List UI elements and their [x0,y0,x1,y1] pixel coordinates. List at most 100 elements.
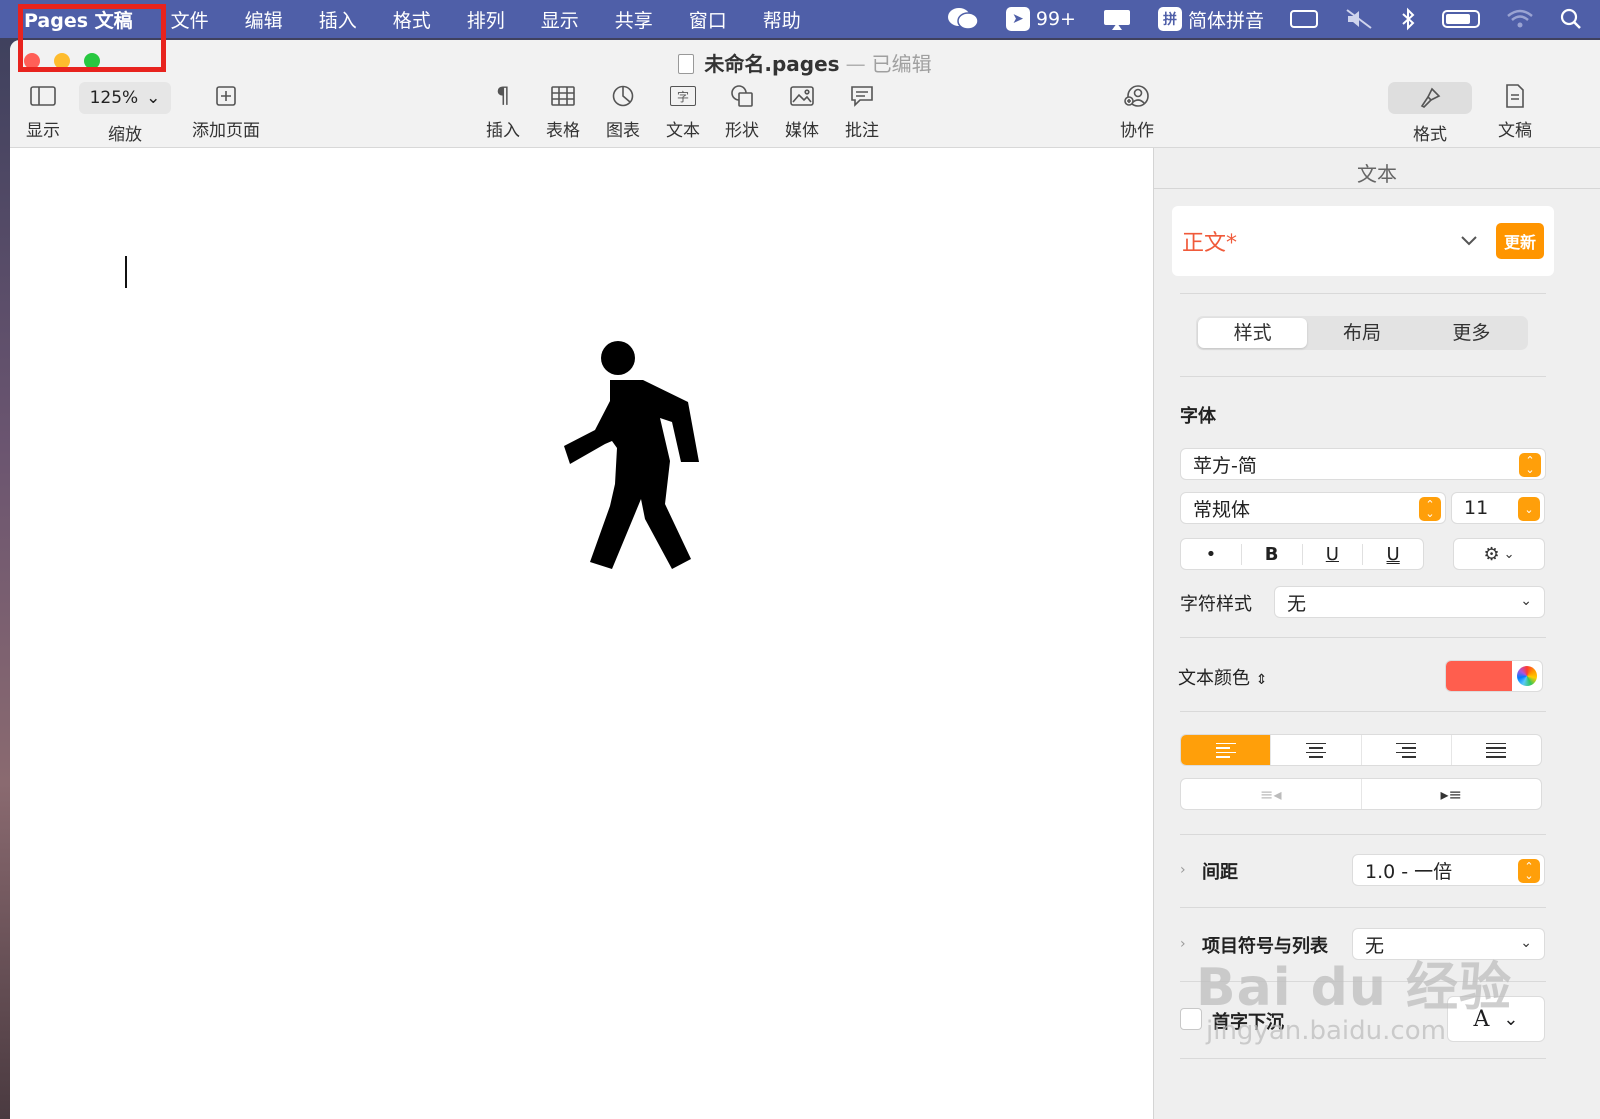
media-button[interactable]: 媒体 [785,82,819,141]
bold-button[interactable]: B [1242,543,1303,565]
inspector-title: 文本 [1357,162,1397,186]
chevron-down-icon: ⌄ [146,88,161,108]
divider [1180,637,1546,638]
menu-help[interactable]: 帮助 [745,6,819,33]
tab-layout[interactable]: 布局 [1307,318,1416,348]
chevron-down-icon: ⌄ [1520,935,1532,951]
comment-button[interactable]: 批注 [845,82,879,141]
indent-icon: ▸≡ [1440,784,1462,804]
menu-insert[interactable]: 插入 [301,6,375,33]
zoom-control[interactable]: 125% ⌄ 缩放 [79,82,171,145]
shape-button[interactable]: 形状 [725,82,759,141]
disclosure-arrow-icon[interactable]: › [1180,936,1186,952]
text-box-button[interactable]: 字 文本 [666,82,700,141]
keyboard-icon[interactable] [1290,10,1318,28]
menu-edit[interactable]: 编辑 [227,6,301,33]
font-size-field[interactable]: 11 ⌄ [1451,492,1545,524]
wifi-icon[interactable] [1506,8,1534,30]
spacing-select[interactable]: 1.0 - 一倍 ⌃ ⌄ [1352,854,1545,886]
align-left-icon [1215,742,1236,758]
menu-arrange[interactable]: 排列 [449,6,523,33]
document-name[interactable]: 未命名.pages [704,52,839,76]
spacing-label[interactable]: 间距 [1202,858,1238,884]
tab-more[interactable]: 更多 [1417,318,1526,348]
add-page-label: 添加页面 [192,121,260,141]
text-color-well[interactable] [1445,660,1543,692]
align-center-button[interactable] [1271,735,1362,765]
text-box-glyph: 字 [670,86,696,106]
menu-window[interactable]: 窗口 [671,6,745,33]
pilcrow-icon: ¶ [496,83,510,109]
document-inspector-button[interactable]: 文稿 [1498,82,1532,141]
battery-icon[interactable] [1442,10,1480,28]
wechat-icon[interactable] [946,6,980,32]
notification-status[interactable]: ➤ 99+ [1005,7,1076,31]
paragraph-style-selector[interactable]: 正文* 更新 [1172,206,1554,276]
align-right-button[interactable] [1362,735,1452,765]
bluetooth-icon[interactable] [1400,7,1416,31]
tab-style[interactable]: 样式 [1198,318,1308,348]
document-canvas[interactable] [10,148,1153,1119]
view-button[interactable]: 显示 [26,82,60,141]
spotlight-search-icon[interactable] [1560,8,1582,30]
comment-icon [850,82,874,110]
justify-icon [1486,742,1507,758]
underline-button[interactable]: U [1303,543,1364,565]
update-style-button[interactable]: 更新 [1495,223,1544,259]
strikethrough-button[interactable]: U [1363,544,1423,565]
font-typeface-select[interactable]: 常规体 ⌃ ⌄ [1180,492,1446,524]
bullets-lists-label[interactable]: 项目符号与列表 [1202,932,1328,958]
divider [1180,376,1546,377]
menu-format[interactable]: 格式 [375,6,449,33]
collaborate-button[interactable]: 协作 [1120,82,1154,141]
comment-label: 批注 [845,121,879,141]
inspector-divider [1154,188,1600,189]
mute-icon[interactable] [1344,7,1374,31]
pages-document-icon [678,54,695,74]
app-arrow-icon: ➤ [1005,7,1030,31]
text-options-button[interactable]: • [1181,543,1242,565]
format-inspector-button[interactable]: 格式 [1388,82,1472,145]
justify-button[interactable] [1452,735,1541,765]
format-label: 格式 [1413,125,1447,145]
paintbrush-icon [1388,82,1472,114]
baidu-watermark: Bai du 经验 jingyan.baidu.com [1196,960,1512,1046]
align-right-icon [1396,742,1417,758]
decrease-indent-button[interactable]: ≡◂ [1181,779,1362,809]
font-family-select[interactable]: 苹方-简 ⌃ ⌄ [1180,448,1546,480]
disclosure-arrow-icon[interactable]: › [1180,862,1186,878]
divider [1180,1058,1546,1059]
menu-view[interactable]: 显示 [523,6,597,33]
notification-count: 99+ [1035,8,1076,30]
input-method-status[interactable]: 拼 简体拼音 [1157,6,1264,33]
add-page-button[interactable]: 添加页面 [192,82,260,141]
chevron-down-icon [1460,231,1478,252]
advanced-options-button[interactable]: ⚙ ⌄ [1453,538,1545,570]
document-title: 未命名.pages — 已编辑 [10,48,1600,77]
up-down-icon: ⌃ ⌄ [1519,453,1541,477]
table-button[interactable]: 表格 [546,82,580,141]
table-label: 表格 [546,121,580,141]
title-toolbar: 未命名.pages — 已编辑 显示 125% ⌄ 缩放 添加页面 ¶ 插入 表… [10,40,1600,148]
input-method-icon: 拼 [1157,7,1182,31]
insert-button[interactable]: ¶ 插入 [486,82,520,142]
zoom-label: 缩放 [108,125,142,145]
screen-mirror-icon[interactable] [1102,7,1132,31]
align-left-button[interactable] [1181,735,1272,765]
text-color-label[interactable]: 文本颜色 ⇕ [1178,664,1267,690]
zoom-select[interactable]: 125% ⌄ [79,82,171,114]
bullets-lists-select[interactable]: 无 ⌄ [1352,928,1545,960]
chart-button[interactable]: 图表 [606,82,640,141]
paragraph-style-name: 正文* [1182,231,1238,256]
walking-person-image[interactable] [555,336,705,575]
shapes-icon [730,82,754,110]
increase-indent-button[interactable]: ▸≡ [1362,779,1542,809]
annotation-highlight-box [18,4,166,72]
document-label: 文稿 [1498,121,1532,141]
menu-share[interactable]: 共享 [597,6,671,33]
document-icon [1505,82,1525,110]
text-color-swatch[interactable] [1446,661,1512,691]
color-wheel-icon[interactable] [1512,661,1542,691]
character-style-select[interactable]: 无 ⌄ [1274,586,1545,618]
divider [1180,907,1546,908]
